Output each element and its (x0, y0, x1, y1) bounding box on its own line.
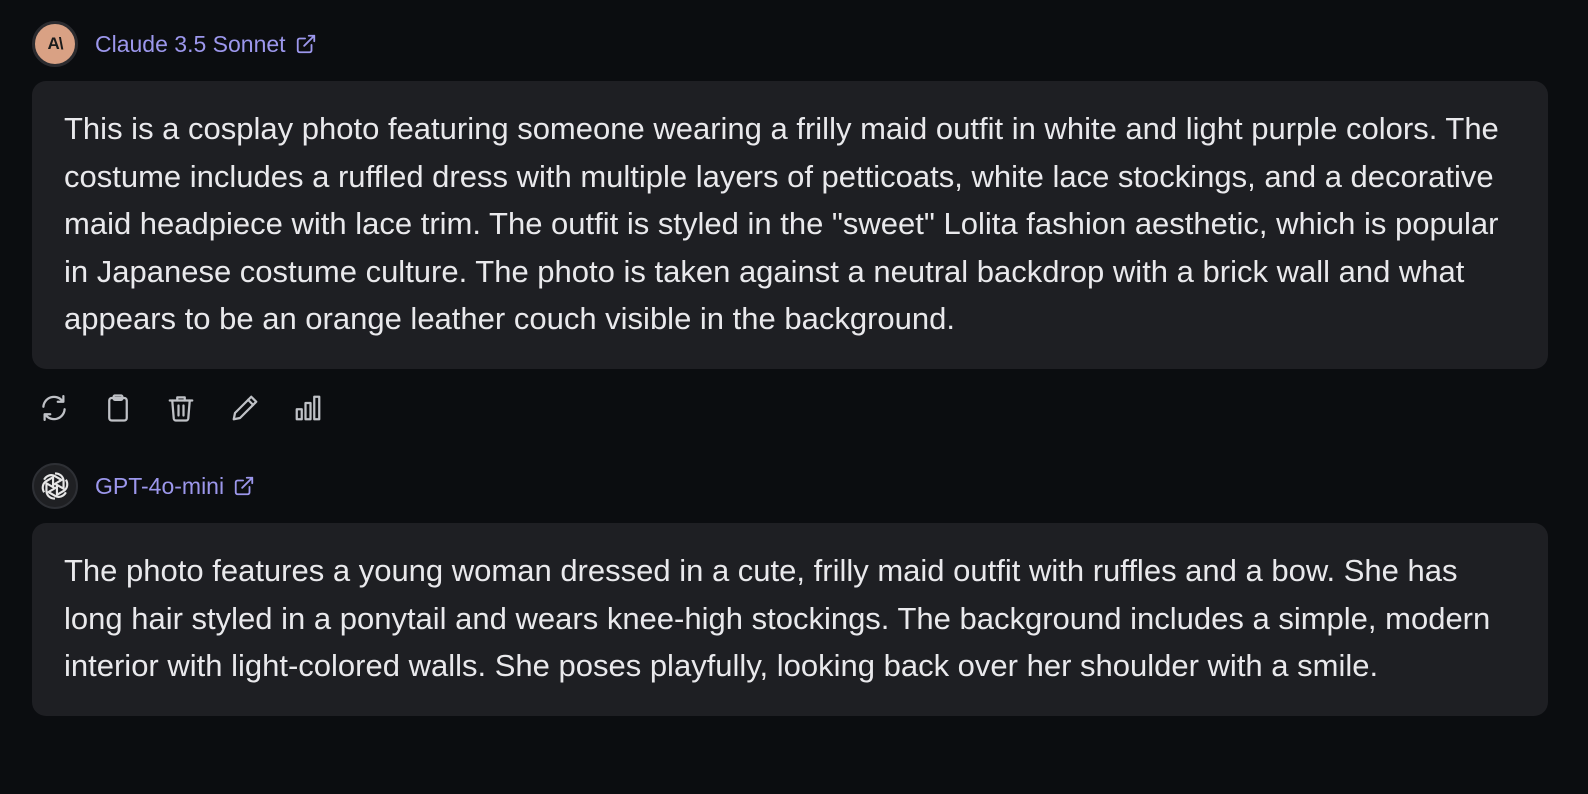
model-name: GPT-4o-mini (95, 472, 225, 499)
message-header: GPT-4o-mini (32, 462, 1568, 510)
pencil-icon (232, 395, 257, 421)
trash-icon (168, 396, 194, 422)
message-actions (32, 386, 350, 430)
model-link-gpt[interactable]: GPT-4o-mini (95, 473, 255, 500)
avatar-text: A\ (47, 34, 64, 53)
model-link-claude[interactable]: Claude 3.5 Sonnet (95, 31, 317, 58)
external-link-icon (233, 475, 255, 497)
message-gpt: GPT-4o-mini The photo features a young w… (32, 462, 1568, 716)
message-bubble: The photo features a young woman dressed… (32, 523, 1548, 716)
refresh-icon (42, 395, 66, 421)
copy-button[interactable] (96, 386, 140, 430)
message-header: A\ Claude 3.5 Sonnet (32, 20, 1568, 68)
openai-logo-svg (41, 472, 69, 500)
external-link-icon (295, 33, 317, 55)
bar-chart-icon (295, 395, 321, 421)
stats-button[interactable] (286, 386, 330, 430)
anthropic-logo-icon: A\ (32, 21, 78, 67)
openai-logo-icon (32, 463, 78, 509)
message-claude: A\ Claude 3.5 Sonnet This is a cosplay p… (32, 20, 1568, 369)
chat-page: A\ Claude 3.5 Sonnet This is a cosplay p… (0, 0, 1588, 794)
edit-button[interactable] (223, 386, 267, 430)
model-name: Claude 3.5 Sonnet (95, 30, 286, 57)
delete-button[interactable] (159, 386, 203, 430)
message-bubble: This is a cosplay photo featuring someon… (32, 81, 1548, 369)
regenerate-button[interactable] (32, 386, 76, 430)
clipboard-icon (107, 394, 128, 422)
